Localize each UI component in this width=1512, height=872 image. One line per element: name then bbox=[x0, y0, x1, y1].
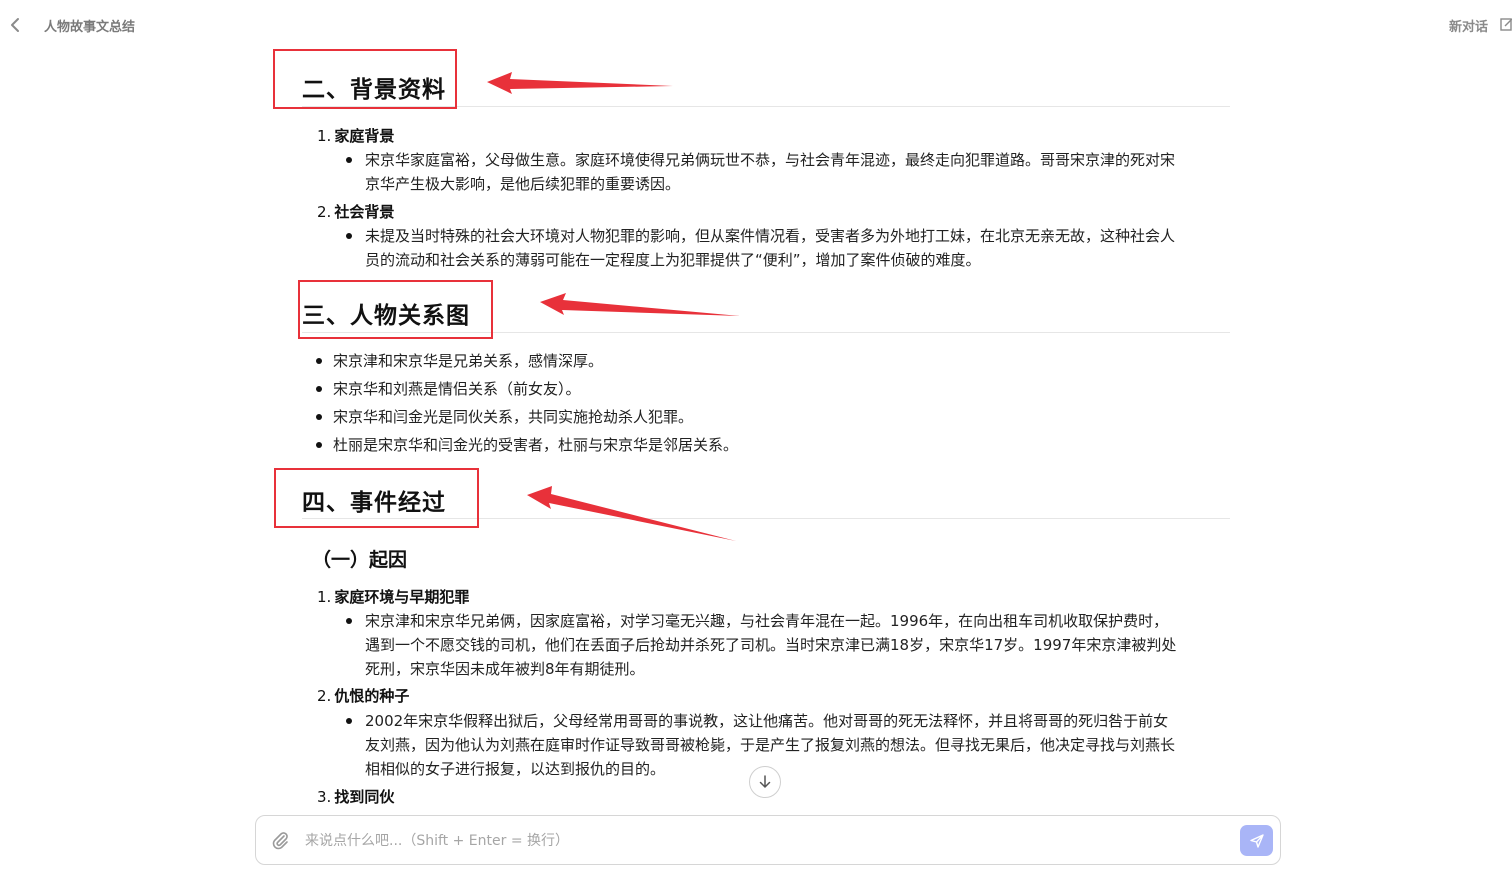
bullet-dot bbox=[346, 618, 352, 624]
bullet-line: 2002年宋京华假释出狱后，父母经常用哥哥的事说教，这让他痛苦。他对哥哥的死无法… bbox=[365, 712, 1169, 730]
numbered-item-family-background: 1. 家庭背景 bbox=[317, 125, 394, 146]
item-number: 1. bbox=[317, 588, 332, 606]
item-title: 家庭环境与早期犯罪 bbox=[334, 588, 470, 606]
bullet-line: 未提及当时特殊的社会大环境对人物犯罪的影响，但从案件情况看，受害者多为外地打工妹… bbox=[365, 227, 1176, 245]
relation-bullet: 宋京津和宋京华是兄弟关系，感情深厚。 bbox=[316, 349, 1197, 373]
bullet-dot bbox=[316, 358, 322, 364]
item-number: 3. bbox=[317, 788, 332, 806]
numbered-item-social-background: 2. 社会背景 bbox=[317, 201, 394, 222]
bullet-dot bbox=[316, 442, 322, 448]
bullet-text: 宋京华和刘燕是情侣关系（前女友）。 bbox=[333, 380, 581, 398]
relation-bullet: 宋京华和刘燕是情侣关系（前女友）。 bbox=[316, 377, 1197, 401]
bullet-text: 宋京津和宋京华是兄弟关系，感情深厚。 bbox=[333, 352, 604, 370]
subsection-heading-cause: （一）起因 bbox=[312, 549, 408, 571]
annotation-arrow bbox=[527, 486, 736, 541]
annotation-box bbox=[273, 49, 457, 109]
bullet-text: 宋京华和闫金光是同伙关系，共同实施抢劫杀人犯罪。 bbox=[333, 408, 694, 426]
relation-bullet: 宋京华和闫金光是同伙关系，共同实施抢劫杀人犯罪。 bbox=[316, 405, 1197, 429]
message-composer bbox=[255, 815, 1281, 865]
numbered-item-family-crime: 1. 家庭环境与早期犯罪 bbox=[317, 586, 469, 607]
bullet-line: 京华产生极大影响，是他后续犯罪的重要诱因。 bbox=[365, 175, 681, 193]
bullet-line: 宋京华家庭富裕，父母做生意。家庭环境使得兄弟俩玩世不恭，与社会青年混迹，最终走向… bbox=[365, 151, 1176, 169]
bullet-line: 友刘燕，因为他认为刘燕在庭审时作证导致哥哥被枪毙，于是产生了报复刘燕的想法。但寻… bbox=[365, 736, 1176, 754]
message-input[interactable] bbox=[303, 826, 1227, 856]
bullet-dot bbox=[316, 414, 322, 420]
item-title: 找到同伙 bbox=[334, 788, 395, 806]
bullet-line: 遇到一个不愿交钱的司机，他们在丢面子后抢劫并杀死了司机。当时宋京津已满18岁，宋… bbox=[365, 636, 1177, 654]
item-title: 家庭背景 bbox=[334, 127, 395, 145]
bullet-line: 宋京津和宋京华兄弟俩，因家庭富裕，对学习毫无兴趣，与社会青年混在一起。1996年… bbox=[365, 612, 1169, 630]
annotation-box bbox=[298, 280, 493, 339]
numbered-item-hatred: 2. 仇恨的种子 bbox=[317, 685, 409, 706]
item-title: 仇恨的种子 bbox=[334, 687, 410, 705]
bullet-line: 相相似的女子进行报复，以达到报仇的目的。 bbox=[365, 760, 666, 778]
item-number: 2. bbox=[317, 687, 332, 705]
bullet-text: 杜丽是宋京华和闫金光的受害者，杜丽与宋京华是邻居关系。 bbox=[333, 436, 739, 454]
relation-bullet: 杜丽是宋京华和闫金光的受害者，杜丽与宋京华是邻居关系。 bbox=[316, 433, 1197, 457]
send-button[interactable] bbox=[1240, 825, 1273, 856]
bullet-line: 员的流动和社会关系的薄弱可能在一定程度上为犯罪提供了“便利”，增加了案件侦破的难… bbox=[365, 251, 981, 269]
numbered-item-accomplice: 3. 找到同伙 bbox=[317, 786, 394, 807]
bullet-dot bbox=[316, 386, 322, 392]
annotation-arrow bbox=[540, 293, 740, 316]
bullet-item: 宋京华家庭富裕，父母做生意。家庭环境使得兄弟俩玩世不恭，与社会青年混迹，最终走向… bbox=[346, 148, 1229, 196]
item-number: 2. bbox=[317, 203, 332, 221]
bullet-dot bbox=[346, 157, 352, 163]
bullet-line: 死刑，宋京华因未成年被判8年有期徒刑。 bbox=[365, 660, 645, 678]
annotation-box bbox=[274, 468, 479, 528]
bullet-item: 宋京津和宋京华兄弟俩，因家庭富裕，对学习毫无兴趣，与社会青年混在一起。1996年… bbox=[346, 609, 1229, 681]
message-content: 二、背景资料 1. 家庭背景 宋京华家庭富裕，父母做生意。家庭环境使得兄弟俩玩世不… bbox=[0, 0, 1512, 810]
bullet-item: 2002年宋京华假释出狱后，父母经常用哥哥的事说教，这让他痛苦。他对哥哥的死无法… bbox=[346, 709, 1229, 781]
annotation-arrow bbox=[487, 72, 673, 94]
bullet-item: 未提及当时特殊的社会大环境对人物犯罪的影响，但从案件情况看，受害者多为外地打工妹… bbox=[346, 224, 1229, 272]
scroll-to-bottom-button[interactable] bbox=[749, 766, 781, 798]
item-title: 社会背景 bbox=[334, 203, 395, 221]
bullet-dot bbox=[346, 233, 352, 239]
bullet-dot bbox=[346, 718, 352, 724]
item-number: 1. bbox=[317, 127, 332, 145]
send-icon bbox=[1249, 833, 1264, 848]
arrow-down-icon bbox=[759, 775, 771, 788]
paperclip-icon[interactable] bbox=[270, 830, 290, 850]
